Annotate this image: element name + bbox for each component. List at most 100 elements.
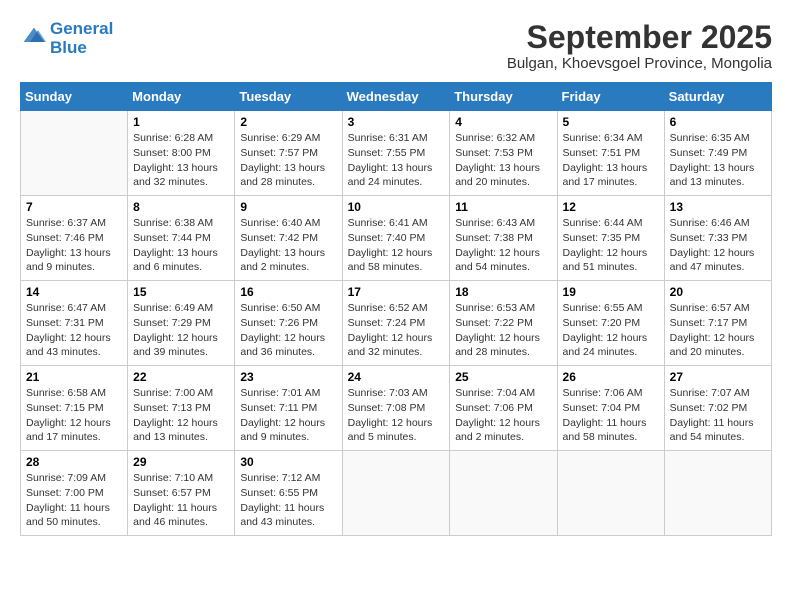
month-title: September 2025	[507, 20, 772, 55]
day-info: Sunrise: 7:03 AM Sunset: 7:08 PM Dayligh…	[348, 386, 445, 445]
day-number: 30	[240, 455, 336, 469]
page-header: General Blue September 2025 Bulgan, Khoe…	[20, 20, 772, 72]
day-info: Sunrise: 6:43 AM Sunset: 7:38 PM Dayligh…	[455, 216, 551, 275]
day-info: Sunrise: 6:37 AM Sunset: 7:46 PM Dayligh…	[26, 216, 122, 275]
day-cell: 16 Sunrise: 6:50 AM Sunset: 7:26 PM Dayli…	[235, 281, 342, 366]
day-number: 28	[26, 455, 122, 469]
day-number: 29	[133, 455, 229, 469]
day-cell	[557, 451, 664, 536]
day-header-wednesday: Wednesday	[342, 83, 450, 111]
day-cell: 15Sunrise: 6:49 AM Sunset: 7:29 PM Dayli…	[128, 281, 235, 366]
day-number: 9	[240, 200, 336, 214]
logo-line2: Blue	[50, 39, 113, 58]
day-cell: 2 Sunrise: 6:29 AM Sunset: 7:57 PM Daylig…	[235, 111, 342, 196]
day-info: Sunrise: 7:10 AM Sunset: 6:57 PM Dayligh…	[133, 471, 229, 530]
day-info: Sunrise: 7:04 AM Sunset: 7:06 PM Dayligh…	[455, 386, 551, 445]
day-header-sunday: Sunday	[21, 83, 128, 111]
day-info: Sunrise: 6:29 AM Sunset: 7:57 PM Dayligh…	[240, 131, 336, 190]
title-section: September 2025 Bulgan, Khoevsgoel Provin…	[507, 20, 772, 72]
day-info: Sunrise: 7:12 AM Sunset: 6:55 PM Dayligh…	[240, 471, 336, 530]
day-cell: 25Sunrise: 7:04 AM Sunset: 7:06 PM Dayli…	[450, 366, 557, 451]
day-cell: 12 Sunrise: 6:44 AM Sunset: 7:35 PM Dayli…	[557, 196, 664, 281]
day-number: 3	[348, 115, 445, 129]
day-cell: 14 Sunrise: 6:47 AM Sunset: 7:31 PM Dayli…	[21, 281, 128, 366]
day-cell: 24Sunrise: 7:03 AM Sunset: 7:08 PM Dayli…	[342, 366, 450, 451]
day-number: 11	[455, 200, 551, 214]
day-info: Sunrise: 6:35 AM Sunset: 7:49 PM Dayligh…	[670, 131, 766, 190]
day-number: 18	[455, 285, 551, 299]
day-cell: 21Sunrise: 6:58 AM Sunset: 7:15 PM Dayli…	[21, 366, 128, 451]
day-number: 6	[670, 115, 766, 129]
day-cell	[664, 451, 771, 536]
day-number: 2	[240, 115, 336, 129]
day-number: 7	[26, 200, 122, 214]
week-row-5: 28Sunrise: 7:09 AM Sunset: 7:00 PM Dayli…	[21, 451, 772, 536]
day-header-monday: Monday	[128, 83, 235, 111]
logo: General Blue	[20, 20, 113, 57]
week-row-2: 7 Sunrise: 6:37 AM Sunset: 7:46 PM Daylig…	[21, 196, 772, 281]
day-header-tuesday: Tuesday	[235, 83, 342, 111]
day-cell: 11 Sunrise: 6:43 AM Sunset: 7:38 PM Dayli…	[450, 196, 557, 281]
day-info: Sunrise: 6:55 AM Sunset: 7:20 PM Dayligh…	[563, 301, 659, 360]
day-cell: 10 Sunrise: 6:41 AM Sunset: 7:40 PM Dayli…	[342, 196, 450, 281]
day-info: Sunrise: 7:00 AM Sunset: 7:13 PM Dayligh…	[133, 386, 229, 445]
day-info: Sunrise: 6:40 AM Sunset: 7:42 PM Dayligh…	[240, 216, 336, 275]
day-number: 15	[133, 285, 229, 299]
location: Bulgan, Khoevsgoel Province, Mongolia	[507, 55, 772, 72]
day-info: Sunrise: 6:34 AM Sunset: 7:51 PM Dayligh…	[563, 131, 659, 190]
day-cell: 9 Sunrise: 6:40 AM Sunset: 7:42 PM Daylig…	[235, 196, 342, 281]
day-info: Sunrise: 6:32 AM Sunset: 7:53 PM Dayligh…	[455, 131, 551, 190]
day-info: Sunrise: 6:57 AM Sunset: 7:17 PM Dayligh…	[670, 301, 766, 360]
day-number: 13	[670, 200, 766, 214]
day-number: 8	[133, 200, 229, 214]
day-cell: 23Sunrise: 7:01 AM Sunset: 7:11 PM Dayli…	[235, 366, 342, 451]
day-number: 19	[563, 285, 659, 299]
day-cell: 30 Sunrise: 7:12 AM Sunset: 6:55 PM Dayli…	[235, 451, 342, 536]
day-number: 21	[26, 370, 122, 384]
day-cell: 27 Sunrise: 7:07 AM Sunset: 7:02 PM Dayli…	[664, 366, 771, 451]
day-cell: 5 Sunrise: 6:34 AM Sunset: 7:51 PM Daylig…	[557, 111, 664, 196]
day-info: Sunrise: 6:47 AM Sunset: 7:31 PM Dayligh…	[26, 301, 122, 360]
day-cell: 1Sunrise: 6:28 AM Sunset: 8:00 PM Daylig…	[128, 111, 235, 196]
day-info: Sunrise: 6:50 AM Sunset: 7:26 PM Dayligh…	[240, 301, 336, 360]
week-row-4: 21Sunrise: 6:58 AM Sunset: 7:15 PM Dayli…	[21, 366, 772, 451]
day-number: 27	[670, 370, 766, 384]
day-number: 20	[670, 285, 766, 299]
day-cell: 17 Sunrise: 6:52 AM Sunset: 7:24 PM Dayli…	[342, 281, 450, 366]
day-cell: 13 Sunrise: 6:46 AM Sunset: 7:33 PM Dayli…	[664, 196, 771, 281]
calendar-table: SundayMondayTuesdayWednesdayThursdayFrid…	[20, 82, 772, 536]
day-cell: 18 Sunrise: 6:53 AM Sunset: 7:22 PM Dayli…	[450, 281, 557, 366]
day-info: Sunrise: 6:46 AM Sunset: 7:33 PM Dayligh…	[670, 216, 766, 275]
day-info: Sunrise: 6:44 AM Sunset: 7:35 PM Dayligh…	[563, 216, 659, 275]
day-cell: 29 Sunrise: 7:10 AM Sunset: 6:57 PM Dayli…	[128, 451, 235, 536]
day-number: 10	[348, 200, 445, 214]
day-cell	[21, 111, 128, 196]
day-info: Sunrise: 7:07 AM Sunset: 7:02 PM Dayligh…	[670, 386, 766, 445]
logo-line1: General	[50, 20, 113, 39]
day-number: 12	[563, 200, 659, 214]
day-info: Sunrise: 6:53 AM Sunset: 7:22 PM Dayligh…	[455, 301, 551, 360]
day-info: Sunrise: 6:38 AM Sunset: 7:44 PM Dayligh…	[133, 216, 229, 275]
day-cell: 20 Sunrise: 6:57 AM Sunset: 7:17 PM Dayli…	[664, 281, 771, 366]
day-number: 26	[563, 370, 659, 384]
day-number: 1	[133, 115, 229, 129]
day-number: 23	[240, 370, 336, 384]
day-cell	[450, 451, 557, 536]
day-number: 14	[26, 285, 122, 299]
day-cell: 6 Sunrise: 6:35 AM Sunset: 7:49 PM Daylig…	[664, 111, 771, 196]
day-header-saturday: Saturday	[664, 83, 771, 111]
day-cell: 26 Sunrise: 7:06 AM Sunset: 7:04 PM Dayli…	[557, 366, 664, 451]
day-info: Sunrise: 6:52 AM Sunset: 7:24 PM Dayligh…	[348, 301, 445, 360]
day-cell: 28Sunrise: 7:09 AM Sunset: 7:00 PM Dayli…	[21, 451, 128, 536]
day-cell: 8 Sunrise: 6:38 AM Sunset: 7:44 PM Daylig…	[128, 196, 235, 281]
day-number: 5	[563, 115, 659, 129]
day-number: 16	[240, 285, 336, 299]
days-header-row: SundayMondayTuesdayWednesdayThursdayFrid…	[21, 83, 772, 111]
day-number: 17	[348, 285, 445, 299]
day-cell: 3Sunrise: 6:31 AM Sunset: 7:55 PM Daylig…	[342, 111, 450, 196]
day-info: Sunrise: 7:06 AM Sunset: 7:04 PM Dayligh…	[563, 386, 659, 445]
day-info: Sunrise: 6:41 AM Sunset: 7:40 PM Dayligh…	[348, 216, 445, 275]
week-row-3: 14 Sunrise: 6:47 AM Sunset: 7:31 PM Dayli…	[21, 281, 772, 366]
day-number: 4	[455, 115, 551, 129]
day-cell: 4 Sunrise: 6:32 AM Sunset: 7:53 PM Daylig…	[450, 111, 557, 196]
